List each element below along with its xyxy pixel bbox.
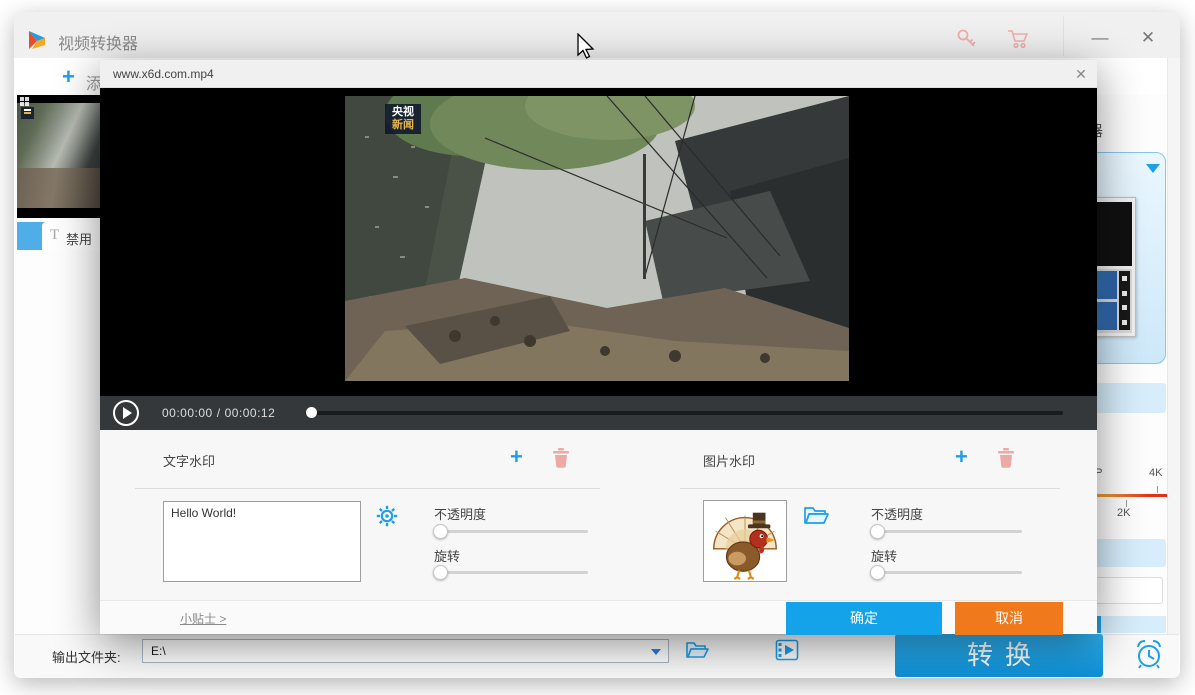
text-opacity-slider[interactable] xyxy=(434,524,588,539)
close-window-button[interactable]: ✕ xyxy=(1134,24,1162,52)
output-folder-value: E:\ xyxy=(151,644,166,658)
add-text-watermark-button[interactable]: + xyxy=(510,446,523,468)
play-button[interactable] xyxy=(113,400,139,426)
ok-button[interactable]: 确定 xyxy=(786,602,942,635)
purchase-cart-icon[interactable] xyxy=(1006,27,1030,51)
cancel-button[interactable]: 取消 xyxy=(955,602,1063,635)
screen: 视频转换器 — ✕ + 添 T 禁用 器 0P xyxy=(0,0,1195,695)
image-rotate-slider[interactable] xyxy=(871,565,1022,580)
image-watermark-divider xyxy=(680,488,1060,489)
chevron-down-icon[interactable] xyxy=(1146,164,1160,173)
resolution-tick-2k xyxy=(1126,500,1127,507)
slider-track xyxy=(871,530,1022,533)
slider-thumb[interactable] xyxy=(433,565,448,580)
slider-thumb[interactable] xyxy=(433,524,448,539)
thumbnail-news-badge xyxy=(21,107,34,119)
output-folder-combobox[interactable]: E:\ xyxy=(142,639,669,663)
seek-bar[interactable] xyxy=(305,411,1063,415)
news-badge-line2: 新闻 xyxy=(385,119,421,132)
slider-track xyxy=(434,530,588,533)
add-files-plus-icon[interactable]: + xyxy=(62,64,75,90)
add-image-watermark-button[interactable]: + xyxy=(955,446,968,468)
dialog-close-icon[interactable]: ✕ xyxy=(1072,65,1090,83)
resolution-tick-4k xyxy=(1157,486,1158,493)
dialog-title: www.x6d.com.mp4 xyxy=(113,67,214,81)
right-scroll-gutter xyxy=(1167,58,1180,634)
time-display: 00:00:00 / 00:00:12 xyxy=(162,406,279,420)
mouse-cursor xyxy=(576,33,596,61)
slider-thumb[interactable] xyxy=(870,565,885,580)
play-icon xyxy=(123,407,132,419)
news-badge-line1: 央视 xyxy=(385,105,421,119)
player-bar: 00:00:00 / 00:00:12 xyxy=(100,396,1097,430)
text-t-icon: T xyxy=(50,227,59,244)
register-key-icon[interactable] xyxy=(955,27,979,51)
schedule-alarm-icon[interactable] xyxy=(1132,638,1166,670)
delete-image-watermark-icon[interactable] xyxy=(997,448,1015,468)
resolution-label-2k: 2K xyxy=(1117,507,1130,519)
browse-image-folder-icon[interactable] xyxy=(803,504,829,526)
image-watermark-title: 图片水印 xyxy=(703,451,755,470)
watermark-image-preview[interactable] xyxy=(703,500,787,582)
delete-text-watermark-icon[interactable] xyxy=(552,448,570,468)
preview-video-icon[interactable] xyxy=(775,639,799,661)
tips-link[interactable]: 小贴士 > xyxy=(180,610,226,627)
video-thumbnail[interactable] xyxy=(17,95,100,218)
text-rotate-slider[interactable] xyxy=(434,565,588,580)
video-scene xyxy=(345,96,849,381)
time-current: 00:00:00 xyxy=(162,406,213,420)
open-folder-icon[interactable] xyxy=(685,639,709,661)
slider-thumb[interactable] xyxy=(870,524,885,539)
news-badge: 央视 新闻 xyxy=(385,104,421,134)
combobox-arrow-icon[interactable] xyxy=(651,649,661,655)
slider-track xyxy=(434,571,588,574)
slider-track xyxy=(871,571,1022,574)
dialog-header: www.x6d.com.mp4 ✕ xyxy=(100,60,1097,88)
text-watermark-divider xyxy=(135,488,600,489)
time-separator: / xyxy=(217,406,221,420)
app-logo-icon xyxy=(25,28,49,52)
grid-icon xyxy=(20,97,29,106)
video-frame: 央视 新闻 xyxy=(345,96,849,381)
seek-handle[interactable] xyxy=(306,407,317,418)
time-total: 00:00:12 xyxy=(225,406,276,420)
watermark-dialog: www.x6d.com.mp4 ✕ xyxy=(100,60,1097,634)
image-opacity-label: 不透明度 xyxy=(871,504,923,523)
titlebar-divider xyxy=(1063,16,1064,56)
output-folder-label: 输出文件夹: xyxy=(52,647,121,666)
minimize-button[interactable]: — xyxy=(1086,24,1114,52)
turkey-image xyxy=(704,501,786,581)
dialog-footer: 小贴士 > 确定 取消 xyxy=(100,600,1097,634)
app-title: 视频转换器 xyxy=(58,30,138,54)
image-rotate-label: 旋转 xyxy=(871,546,897,565)
text-rotate-label: 旋转 xyxy=(434,546,460,565)
video-stage: 央视 新闻 xyxy=(100,88,1097,396)
watermark-text-input[interactable]: Hello World! xyxy=(163,501,361,582)
text-watermark-title: 文字水印 xyxy=(163,451,215,470)
text-settings-gear-icon[interactable] xyxy=(376,505,398,527)
text-opacity-label: 不透明度 xyxy=(434,504,486,523)
tab-disable-label: 禁用 xyxy=(66,229,92,248)
tab-disable[interactable]: T 禁用 xyxy=(42,222,102,250)
resolution-label-4k: 4K xyxy=(1149,467,1162,479)
image-opacity-slider[interactable] xyxy=(871,524,1022,539)
convert-button[interactable]: 转换 xyxy=(895,634,1103,677)
